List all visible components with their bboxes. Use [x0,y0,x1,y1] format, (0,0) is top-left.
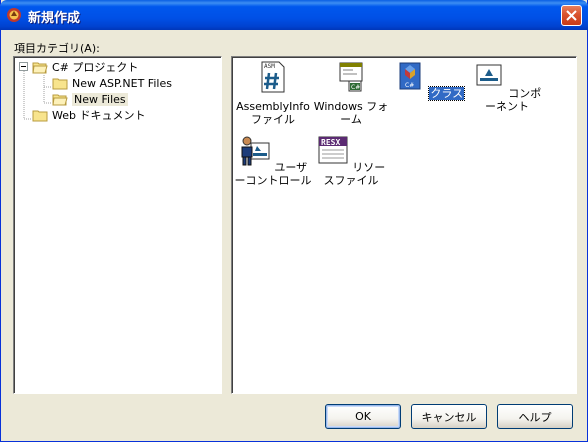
template-class[interactable]: C# クラス [390,61,468,101]
ok-button[interactable]: OK [325,404,401,429]
category-label: 項目カテゴリ(A): [14,42,100,55]
close-button[interactable] [561,5,582,26]
svg-text:ASM: ASM [264,63,275,70]
svg-text:C#: C# [351,84,360,91]
template-label: Windows フォーム [313,100,389,126]
component-icon [476,64,502,86]
folder-icon [52,78,68,90]
tree-item-csharp-project[interactable]: C# プロジェクト [32,59,138,75]
category-tree[interactable]: C# プロジェクト New ASP.NET Files New Files We… [13,56,222,394]
asm-icon: ASM [261,61,285,93]
windows-form-icon: C# [339,62,363,92]
template-component[interactable]: コンポーネント [468,61,546,113]
template-assemblyinfo[interactable]: ASM AssemblyInfo ファイル [234,61,312,126]
folder-icon [32,110,48,122]
template-user-control[interactable]: ユーザーコントロール [234,135,312,187]
window-title: 新規作成 [28,11,81,26]
open-folder-icon [52,94,68,106]
svg-text:RESX: RESX [321,138,340,147]
tree-expander-minus[interactable] [19,62,28,71]
open-folder-icon [32,62,48,74]
close-icon [566,10,577,21]
template-label: クラス [428,86,466,101]
app-icon [7,8,21,22]
cancel-button[interactable]: キャンセル [411,404,487,429]
class-icon: C# [399,62,421,90]
user-control-icon [241,136,270,166]
template-label: AssemblyInfo ファイル [236,100,310,126]
tree-item-web-documents[interactable]: Web ドキュメント [32,107,145,123]
tree-item-asp-net-files[interactable]: New ASP.NET Files [52,75,172,91]
help-button[interactable]: ヘルプ [497,404,573,429]
svg-text:C#: C# [405,82,414,89]
tree-item-label: C# プロジェクト [52,61,139,74]
template-windows-form[interactable]: C# Windows フォーム [312,61,390,126]
template-list[interactable]: ASM AssemblyInfo ファイル C# Windows フォーム C#… [231,56,577,394]
tree-item-label: New ASP.NET Files [72,76,172,90]
tree-item-new-files[interactable]: New Files [52,91,128,107]
tree-item-label: New Files [72,92,128,106]
resx-icon: RESX [318,136,348,164]
tree-item-label: Web ドキュメント [52,109,146,122]
title-bar[interactable]: 新規作成 [0,0,588,30]
new-item-dialog: 新規作成 項目カテゴリ(A): C# プロジェクト New ASP.NET Fi… [0,0,588,442]
template-resx[interactable]: RESX リソースファイル [312,135,390,187]
